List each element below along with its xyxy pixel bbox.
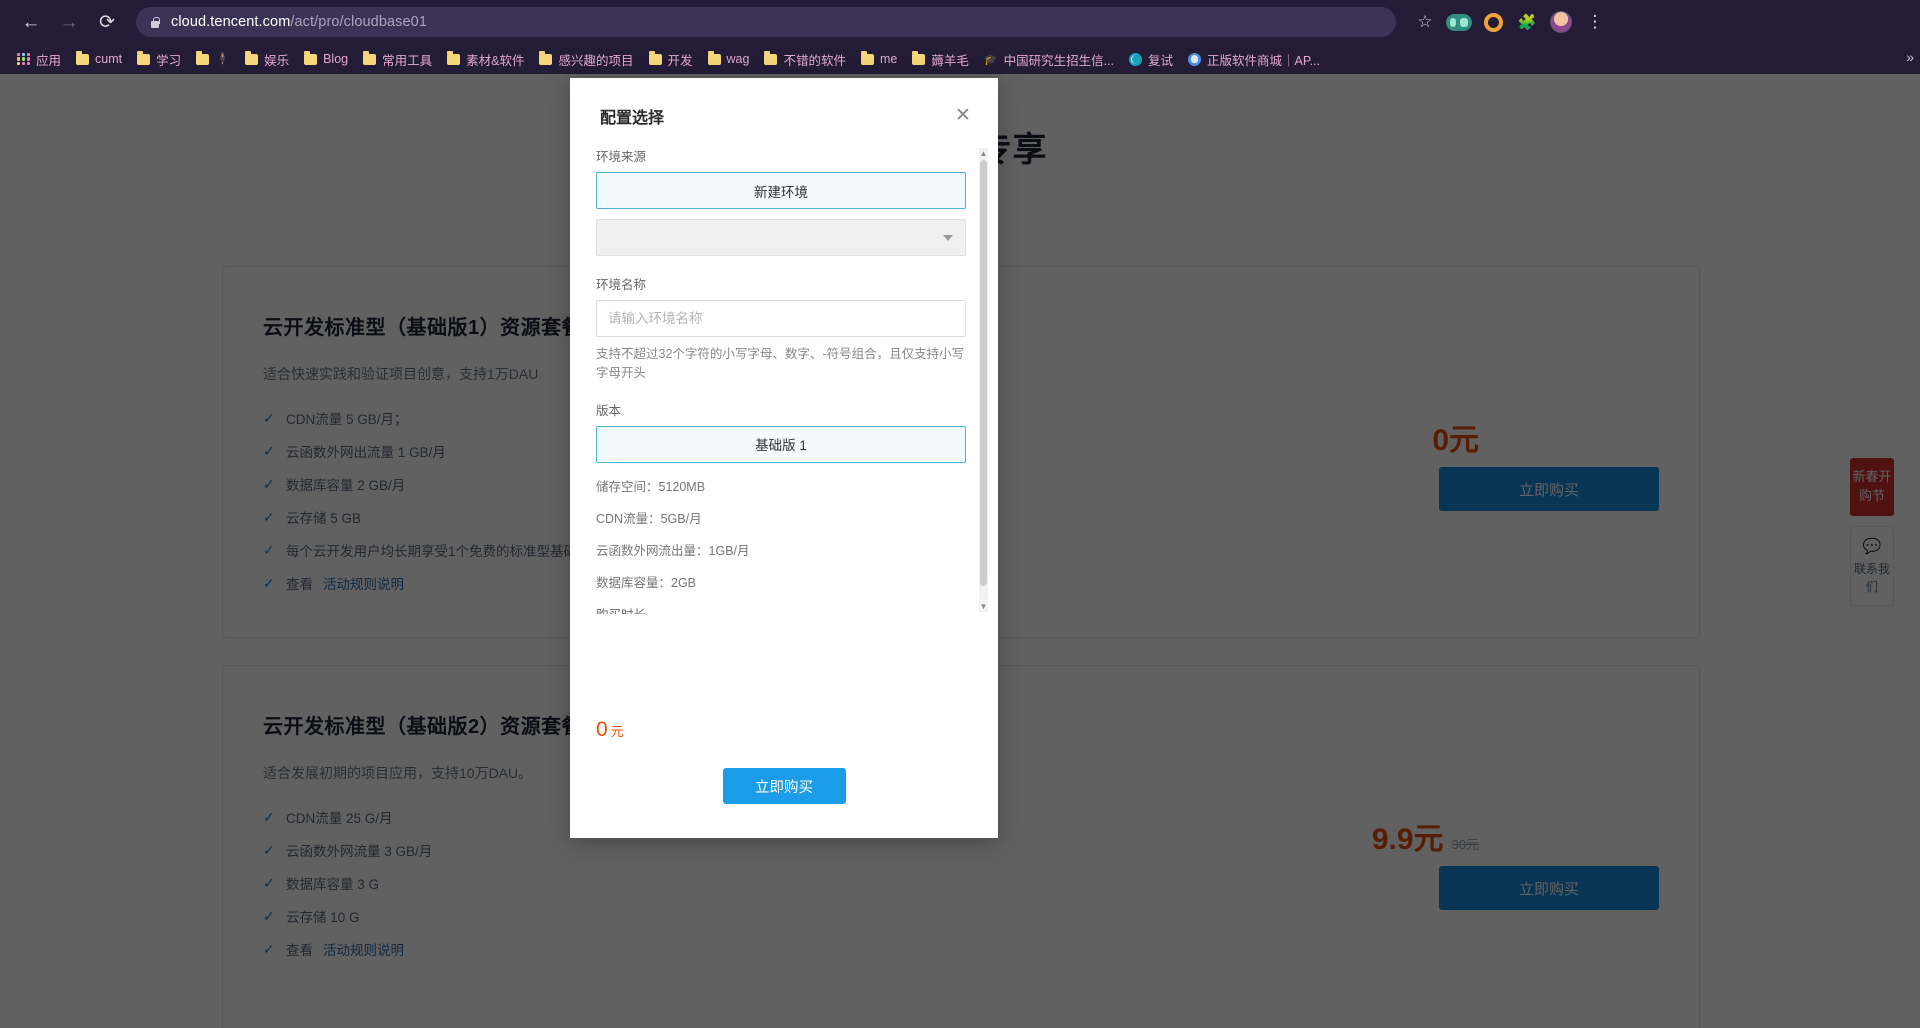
env-source-label: 环境来源 xyxy=(596,150,647,164)
folder-icon xyxy=(648,51,662,65)
reload-icon[interactable]: ⟳ xyxy=(90,5,124,39)
lock-icon xyxy=(148,15,162,29)
bookmark-label: 感兴趣的项目 xyxy=(558,53,634,68)
bookmark-label: 正版软件商城｜AP... xyxy=(1207,53,1320,68)
bookmark-label: Blog xyxy=(323,52,349,66)
bookmark-kaifa[interactable]: 开发 xyxy=(642,47,700,72)
modal-price-amount: 0 xyxy=(596,718,608,741)
browser-chrome: ← → ⟳ cloud.tencent.com/act/pro/cloudbas… xyxy=(0,0,1920,74)
folder-icon xyxy=(363,51,377,65)
bookmark-wag[interactable]: wag xyxy=(701,49,757,69)
bookmark-fushi[interactable]: 复试 xyxy=(1122,47,1180,72)
bookmark-ganxingqu[interactable]: 感兴趣的项目 xyxy=(532,47,640,72)
duration-label: 购买时长 xyxy=(596,604,966,614)
modal-price-unit: 元 xyxy=(610,724,624,739)
url-path: /act/pro/cloudbase01 xyxy=(290,14,428,30)
bookmark-haoyangmao[interactable]: 薅羊毛 xyxy=(905,47,976,72)
bookmark-person[interactable]: 🕴 xyxy=(189,50,237,68)
bookmark-yule[interactable]: 娱乐 xyxy=(238,47,296,72)
chrome-menu-icon[interactable]: ⋮ xyxy=(1580,7,1610,37)
folder-icon xyxy=(539,51,553,65)
env-name-input[interactable] xyxy=(596,300,966,337)
url-domain: cloud.tencent.com xyxy=(171,14,291,30)
bookmark-label: 常用工具 xyxy=(382,53,433,68)
folder-icon xyxy=(447,51,461,65)
apps-grid-icon xyxy=(17,52,30,66)
bookmark-changyonggongju[interactable]: 常用工具 xyxy=(356,47,439,72)
forward-icon[interactable]: → xyxy=(52,5,86,39)
modal-total-price: 0元 xyxy=(570,708,998,742)
version-option[interactable]: 基础版 1 xyxy=(596,425,966,463)
bookmarks-overflow-icon[interactable]: » xyxy=(1906,49,1914,65)
env-source-option-new[interactable]: 新建环境 xyxy=(596,172,966,209)
folder-icon xyxy=(76,51,90,65)
bookmark-label: wag xyxy=(726,52,750,66)
address-bar[interactable]: cloud.tencent.com/act/pro/cloudbase01 xyxy=(136,7,1396,37)
bookmark-label: 应用 xyxy=(36,53,62,68)
folder-icon xyxy=(764,51,778,65)
person-icon: 🕴 xyxy=(215,52,231,66)
blue-avatar-icon xyxy=(1188,52,1201,66)
config-modal: 配置选择 ✕ 环境来源 新建环境 环境名称 支持不超过32个字符的小写字母、数字… xyxy=(570,78,998,838)
extension-pill-icon[interactable] xyxy=(1444,7,1474,37)
extensions-puzzle-icon[interactable]: 🧩 xyxy=(1512,7,1542,37)
scroll-up-icon[interactable]: ▲ xyxy=(979,148,988,159)
bookmark-blog[interactable]: Blog xyxy=(297,49,355,69)
bookmark-label: 学习 xyxy=(156,53,182,68)
spec-list: 储存空间：5120MB CDN流量：5GB/月 云函数外网流出量：1GB/月 数… xyxy=(596,476,966,591)
modal-footer: 立即购买 xyxy=(570,742,998,838)
bookmark-label: 娱乐 xyxy=(264,53,290,68)
folder-icon xyxy=(707,51,721,65)
folder-icon xyxy=(196,51,210,65)
graduation-cap-icon: 🎓 xyxy=(983,53,998,66)
bookmark-star-icon[interactable]: ☆ xyxy=(1410,7,1440,37)
browser-toolbar: ← → ⟳ cloud.tencent.com/act/pro/cloudbas… xyxy=(0,0,1920,44)
folder-icon xyxy=(912,51,926,65)
extension-ring-icon[interactable] xyxy=(1478,7,1508,37)
folder-icon xyxy=(304,51,318,65)
close-icon[interactable]: ✕ xyxy=(950,102,976,128)
back-icon[interactable]: ← xyxy=(14,5,48,39)
spec-item: 储存空间：5120MB xyxy=(596,479,706,494)
bookmark-apps[interactable]: 应用 xyxy=(10,47,68,72)
bookmark-label: me xyxy=(879,52,898,66)
modal-scroll-area: 环境来源 新建环境 环境名称 支持不超过32个字符的小写字母、数字、-符号组合，… xyxy=(596,146,974,614)
spec-item: CDN流量：5GB/月 xyxy=(596,511,702,526)
spec-item: 云函数外网流出量：1GB/月 xyxy=(596,543,750,558)
bookmark-label: 不错的软件 xyxy=(783,53,846,68)
chevron-down-icon xyxy=(943,234,953,241)
version-label: 版本 xyxy=(596,403,622,418)
avatar[interactable] xyxy=(1546,7,1576,37)
env-name-hint: 支持不超过32个字符的小写字母、数字、-符号组合，且仅支持小写字母开头 xyxy=(596,347,965,381)
modal-body: 环境来源 新建环境 环境名称 支持不超过32个字符的小写字母、数字、-符号组合，… xyxy=(570,146,998,708)
env-name-label: 环境名称 xyxy=(596,278,647,292)
url-text: cloud.tencent.com/act/pro/cloudbase01 xyxy=(171,14,427,30)
bookmark-cumt[interactable]: cumt xyxy=(69,49,129,69)
bookmarks-bar: 应用 cumt 学习 🕴 娱乐 Blog 常用工具 素材&软件 感兴趣的项目 开… xyxy=(0,44,1920,74)
bookmark-label: 复试 xyxy=(1147,53,1173,68)
bookmark-label: 素材&软件 xyxy=(466,53,525,68)
spec-item: 数据库容量：2GB xyxy=(596,575,697,590)
folder-icon xyxy=(137,51,151,65)
modal-header: 配置选择 ✕ xyxy=(570,78,998,128)
bookmark-me[interactable]: me xyxy=(854,49,904,69)
modal-title: 配置选择 xyxy=(600,110,665,127)
bookmark-label: 中国研究生招生信... xyxy=(1003,53,1114,68)
bookmark-sucai-ruanjian[interactable]: 素材&软件 xyxy=(440,47,531,72)
modal-scrollbar[interactable]: ▲ ▼ xyxy=(979,148,988,612)
scrollbar-thumb[interactable] xyxy=(980,160,987,586)
globe-icon xyxy=(1128,52,1142,66)
env-select[interactable] xyxy=(596,219,966,256)
bookmark-label: 薅羊毛 xyxy=(931,53,969,68)
folder-icon xyxy=(245,51,259,65)
scroll-down-icon[interactable]: ▼ xyxy=(979,601,988,612)
bookmark-yanjiusheng[interactable]: 🎓 中国研究生招生信... xyxy=(977,47,1121,72)
bookmark-label: 开发 xyxy=(667,53,693,68)
modal-buy-button[interactable]: 立即购买 xyxy=(722,768,846,804)
bookmark-xuexi[interactable]: 学习 xyxy=(130,47,188,72)
bookmark-bucuode-ruanjian[interactable]: 不错的软件 xyxy=(757,47,853,72)
bookmark-zhengban-shangcheng[interactable]: 正版软件商城｜AP... xyxy=(1181,47,1327,72)
folder-icon xyxy=(860,51,874,65)
bookmark-label: cumt xyxy=(95,52,123,66)
